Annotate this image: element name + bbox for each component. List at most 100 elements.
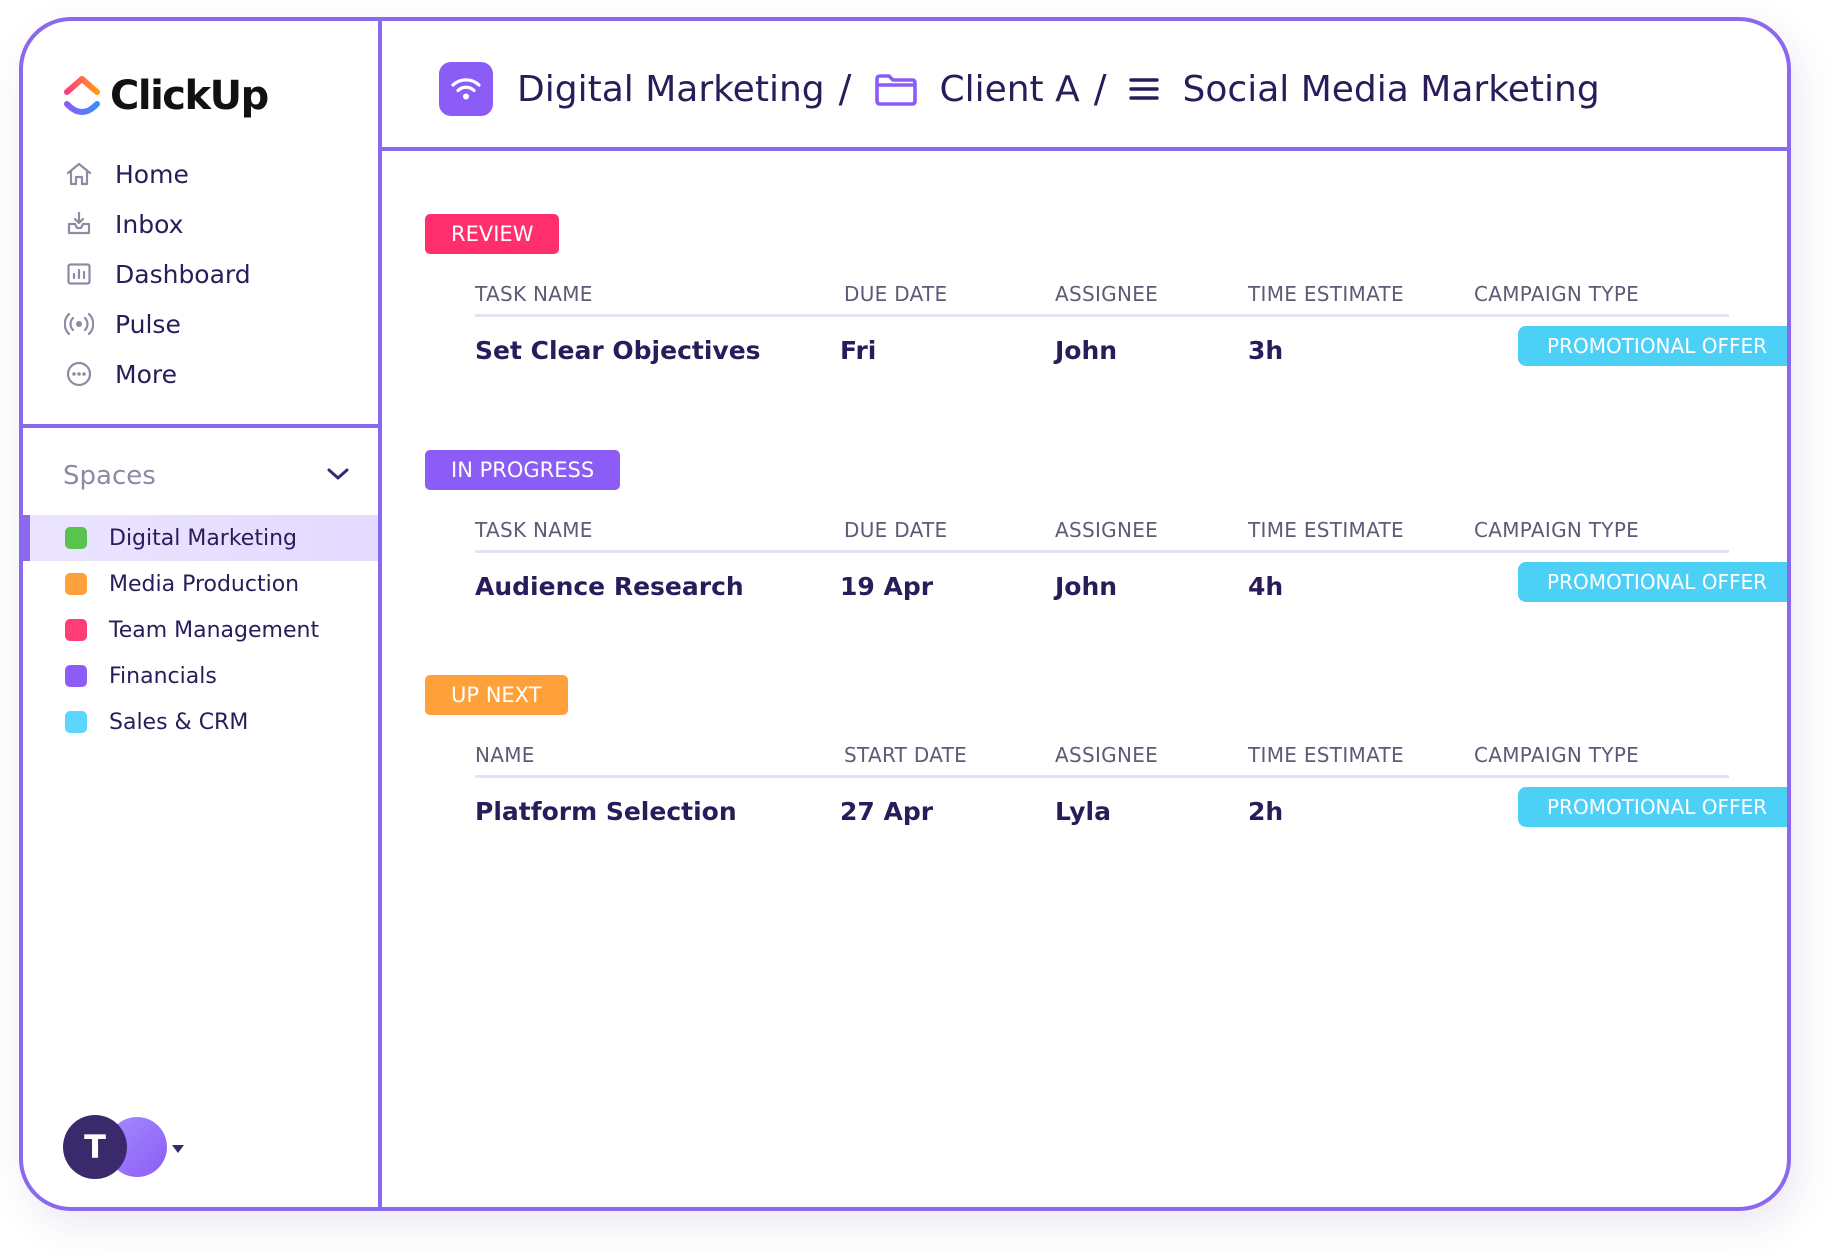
column-header[interactable]: NAME xyxy=(475,743,535,767)
breadcrumb-space-label: Digital Marketing xyxy=(517,68,825,110)
nav-dashboard[interactable]: Dashboard xyxy=(63,249,251,299)
wifi-icon xyxy=(439,62,493,116)
column-header[interactable]: ASSIGNEE xyxy=(1055,518,1158,542)
table-row[interactable]: Set Clear Objectives Fri John 3h PROMOTI… xyxy=(475,326,1787,376)
breadcrumb: Digital Marketing / Client A / Social Me… xyxy=(439,61,1600,117)
column-header[interactable]: ASSIGNEE xyxy=(1055,282,1158,306)
task-assignee[interactable]: John xyxy=(1055,336,1117,365)
spaces-list: Digital Marketing Media Production Team … xyxy=(23,515,378,745)
spaces-header[interactable]: Spaces xyxy=(63,461,350,491)
sidebar-divider xyxy=(23,424,378,428)
space-color-swatch xyxy=(65,619,87,641)
sidebar: ClickUp Home Inbox Dashboard Pulse More … xyxy=(23,21,382,1207)
more-icon xyxy=(63,358,95,390)
space-color-swatch xyxy=(65,527,87,549)
clickup-logo-icon xyxy=(64,76,100,115)
pulse-icon xyxy=(63,308,95,340)
task-time-estimate[interactable]: 4h xyxy=(1248,572,1283,601)
avatar: T xyxy=(63,1115,127,1179)
space-label: Sales & CRM xyxy=(109,709,249,735)
nav-more[interactable]: More xyxy=(63,349,251,399)
column-header[interactable]: TIME ESTIMATE xyxy=(1248,743,1404,767)
nav-home-label: Home xyxy=(115,159,189,189)
logo-wordmark: ClickUp xyxy=(110,73,269,119)
space-item-sales-crm[interactable]: Sales & CRM xyxy=(23,699,378,745)
clickup-logo[interactable]: ClickUp xyxy=(63,73,269,119)
breadcrumb-folder-label: Client A xyxy=(939,68,1080,110)
task-name[interactable]: Platform Selection xyxy=(475,797,737,826)
task-assignee[interactable]: John xyxy=(1055,572,1117,601)
space-color-swatch xyxy=(65,711,87,733)
status-badge[interactable]: IN PROGRESS xyxy=(425,450,621,490)
table-header: TASK NAME DUE DATE ASSIGNEE TIME ESTIMAT… xyxy=(475,510,1729,553)
campaign-type-tag[interactable]: PROMOTIONAL OFFER xyxy=(1518,787,1787,827)
nav-home[interactable]: Home xyxy=(63,149,251,199)
list-icon xyxy=(1128,76,1159,102)
nav-pulse[interactable]: Pulse xyxy=(63,299,251,349)
table-row[interactable]: Audience Research 19 Apr John 4h PROMOTI… xyxy=(475,562,1787,612)
main-nav: Home Inbox Dashboard Pulse More xyxy=(63,149,251,399)
chevron-down-icon[interactable] xyxy=(326,466,350,486)
space-item-financials[interactable]: Financials xyxy=(23,653,378,699)
breadcrumb-list[interactable]: Social Media Marketing xyxy=(1128,68,1600,110)
nav-more-label: More xyxy=(115,359,177,389)
nav-inbox[interactable]: Inbox xyxy=(63,199,251,249)
space-label: Team Management xyxy=(109,617,320,643)
inbox-icon xyxy=(63,208,95,240)
caret-down-icon[interactable] xyxy=(171,1139,185,1158)
breadcrumb-list-label: Social Media Marketing xyxy=(1182,68,1600,110)
nav-dashboard-label: Dashboard xyxy=(115,259,251,289)
column-header[interactable]: TIME ESTIMATE xyxy=(1248,282,1404,306)
space-item-digital-marketing[interactable]: Digital Marketing xyxy=(23,515,378,561)
space-item-team-management[interactable]: Team Management xyxy=(23,607,378,653)
header: Digital Marketing / Client A / Social Me… xyxy=(382,21,1787,151)
space-label: Financials xyxy=(109,663,217,689)
table-header: NAME START DATE ASSIGNEE TIME ESTIMATE C… xyxy=(475,735,1729,778)
column-header[interactable]: DUE DATE xyxy=(844,518,947,542)
task-date[interactable]: Fri xyxy=(840,336,876,365)
task-date[interactable]: 27 Apr xyxy=(840,797,933,826)
column-header[interactable]: DUE DATE xyxy=(844,282,947,306)
column-header[interactable]: CAMPAIGN TYPE xyxy=(1474,518,1639,542)
column-header[interactable]: START DATE xyxy=(844,743,967,767)
column-header[interactable]: TIME ESTIMATE xyxy=(1248,518,1404,542)
task-assignee[interactable]: Lyla xyxy=(1055,797,1111,826)
space-item-media-production[interactable]: Media Production xyxy=(23,561,378,607)
column-header[interactable]: ASSIGNEE xyxy=(1055,743,1158,767)
task-name[interactable]: Set Clear Objectives xyxy=(475,336,761,365)
column-header[interactable]: CAMPAIGN TYPE xyxy=(1474,282,1639,306)
breadcrumb-separator: / xyxy=(838,67,852,111)
status-badge[interactable]: REVIEW xyxy=(425,214,560,254)
campaign-type-tag[interactable]: PROMOTIONAL OFFER xyxy=(1518,326,1787,366)
space-label: Media Production xyxy=(109,571,300,597)
app-window: ClickUp Home Inbox Dashboard Pulse More … xyxy=(19,17,1791,1211)
user-menu[interactable]: T xyxy=(63,1115,203,1179)
status-badge[interactable]: UP NEXT xyxy=(425,675,568,715)
nav-inbox-label: Inbox xyxy=(115,209,184,239)
task-name[interactable]: Audience Research xyxy=(475,572,744,601)
nav-pulse-label: Pulse xyxy=(115,309,181,339)
table-header: TASK NAME DUE DATE ASSIGNEE TIME ESTIMAT… xyxy=(475,274,1729,317)
task-date[interactable]: 19 Apr xyxy=(840,572,933,601)
space-color-swatch xyxy=(65,665,87,687)
breadcrumb-separator: / xyxy=(1093,67,1107,111)
space-label: Digital Marketing xyxy=(109,525,297,551)
breadcrumb-space[interactable]: Digital Marketing xyxy=(439,62,825,116)
column-header[interactable]: TASK NAME xyxy=(475,518,593,542)
space-color-swatch xyxy=(65,573,87,595)
table-row[interactable]: Platform Selection 27 Apr Lyla 2h PROMOT… xyxy=(475,787,1787,837)
status-group-in-progress: IN PROGRESS TASK NAME DUE DATE ASSIGNEE … xyxy=(425,450,1787,620)
main-content: Digital Marketing / Client A / Social Me… xyxy=(382,21,1787,1207)
campaign-type-tag[interactable]: PROMOTIONAL OFFER xyxy=(1518,562,1787,602)
column-header[interactable]: TASK NAME xyxy=(475,282,593,306)
dashboard-icon xyxy=(63,258,95,290)
status-group-up-next: UP NEXT NAME START DATE ASSIGNEE TIME ES… xyxy=(425,675,1787,845)
column-header[interactable]: CAMPAIGN TYPE xyxy=(1474,743,1639,767)
home-icon xyxy=(63,158,95,190)
task-time-estimate[interactable]: 3h xyxy=(1248,336,1283,365)
spaces-title: Spaces xyxy=(63,461,156,491)
folder-icon xyxy=(873,71,919,107)
breadcrumb-folder[interactable]: Client A xyxy=(873,68,1080,110)
task-time-estimate[interactable]: 2h xyxy=(1248,797,1283,826)
status-group-review: REVIEW TASK NAME DUE DATE ASSIGNEE TIME … xyxy=(425,214,1787,384)
